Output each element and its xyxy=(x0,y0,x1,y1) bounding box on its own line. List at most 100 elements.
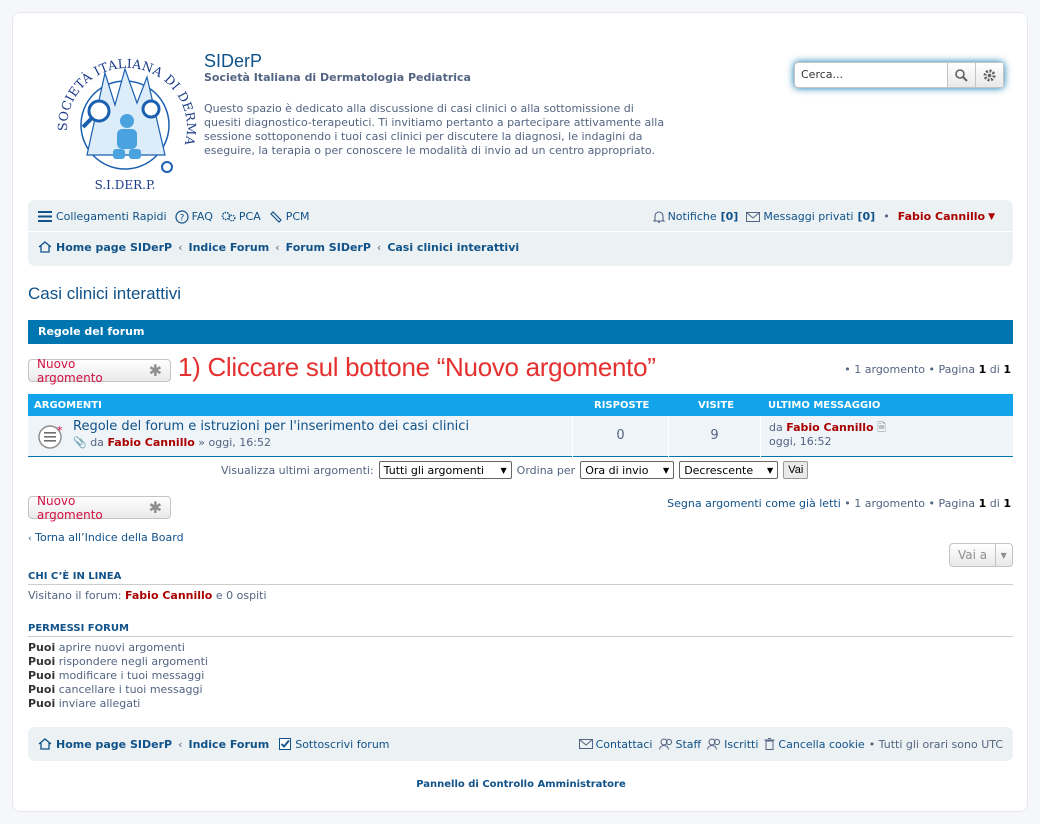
site-title[interactable]: SIDerP xyxy=(204,51,262,72)
breadcrumb-current[interactable]: Casi clinici interattivi xyxy=(387,241,519,254)
jump-to-label: Vai a xyxy=(958,548,988,562)
wrench-icon xyxy=(269,210,282,223)
replies-count: 0 xyxy=(616,428,625,443)
pagination-of: di xyxy=(989,363,1000,376)
private-messages-count: [0] xyxy=(857,210,876,223)
footer-home-link[interactable]: Home page SIDerP xyxy=(56,738,172,751)
pcm-link[interactable]: PCM xyxy=(269,210,310,224)
column-last-post: Ultimo messaggio xyxy=(768,400,881,411)
topic-unread-icon: * xyxy=(38,425,63,449)
jump-to-dropdown[interactable]: Vai a ▼ xyxy=(949,543,1013,567)
back-to-index-label: Torna all’Indice della Board xyxy=(35,531,184,544)
show-topics-value: Tutti gli argomenti xyxy=(383,463,485,477)
page-title[interactable]: Casi clinici interattivi xyxy=(28,284,181,304)
breadcrumb-separator: ‹ xyxy=(275,240,280,254)
online-user[interactable]: Fabio Cannillo xyxy=(125,589,212,602)
pagination-prefix: • 1 argomento • Pagina xyxy=(844,497,976,510)
quick-links-menu[interactable]: Collegamenti Rapidi xyxy=(38,210,167,223)
topic-filter: Visualizza ultimi argomenti: Tutti gli a… xyxy=(221,461,809,479)
forum-rules-label: Regole del forum xyxy=(38,325,145,338)
dropdown-arrow-icon: ▼ xyxy=(663,465,670,475)
members-link[interactable]: Iscritti xyxy=(707,738,758,751)
search-input[interactable]: Cerca... xyxy=(795,63,947,87)
sort-order-select[interactable]: Decrescente ▼ xyxy=(679,461,779,479)
last-post-author[interactable]: Fabio Cannillo xyxy=(786,421,873,434)
notifications-link[interactable]: Notifiche [0] xyxy=(652,210,739,223)
mark-topics-read-link[interactable]: Segna argomenti come già letti xyxy=(667,497,841,510)
column-topics: Argomenti xyxy=(34,400,102,411)
username: Fabio Cannillo xyxy=(897,210,986,223)
faq-label: FAQ xyxy=(191,210,213,223)
breadcrumb-forum[interactable]: Forum SIDerP xyxy=(286,241,371,254)
asterisk-icon: ✱ xyxy=(148,498,162,517)
show-topics-label: Visualizza ultimi argomenti: xyxy=(221,463,374,477)
breadcrumb: Home page SIDerP ‹ Indice Forum ‹ Forum … xyxy=(28,232,1013,262)
topic-time: » oggi, 16:52 xyxy=(198,436,271,449)
topic-author[interactable]: Fabio Cannillo xyxy=(107,436,194,449)
instruction-annotation: 1) Cliccare sul bottone “Nuovo argomento… xyxy=(178,352,656,382)
pagination-of: di xyxy=(989,497,1000,510)
paperclip-icon: 📎 xyxy=(73,436,87,449)
topic-title-link[interactable]: Regole del forum e istruzioni per l'inse… xyxy=(73,419,469,434)
last-post-cell: da Fabio Cannillo 🗎 oggi, 16:52 xyxy=(760,416,1013,457)
footer-index-link[interactable]: Indice Forum xyxy=(188,738,269,751)
question-icon: ? xyxy=(174,209,189,224)
menu-icon xyxy=(38,211,52,222)
gears-icon xyxy=(221,211,236,222)
breadcrumb-home[interactable]: Home page SIDerP xyxy=(56,241,172,254)
sort-order-value: Decrescente xyxy=(684,463,754,477)
advanced-search-button[interactable] xyxy=(975,63,1003,87)
search-box: Cerca... xyxy=(794,62,1004,88)
envelope-icon xyxy=(746,211,761,222)
new-topic-button[interactable]: Nuovo argomento ✱ xyxy=(28,356,171,385)
svg-text:?: ? xyxy=(179,213,184,223)
page-container: SOCIETÀ ITALIANA DI DERMATOLOGIA PEDIATR… xyxy=(12,12,1028,812)
last-post-by: da xyxy=(769,421,783,434)
pcm-label: PCM xyxy=(285,210,310,223)
permission-item: Puoi inviare allegati xyxy=(28,697,141,710)
view-latest-post-icon[interactable]: 🗎 xyxy=(877,421,886,434)
sort-by-select[interactable]: Ora di invio ▼ xyxy=(580,461,675,479)
private-messages-link[interactable]: Messaggi privati [0] xyxy=(746,210,875,223)
views-count: 9 xyxy=(710,428,719,443)
trash-icon xyxy=(764,738,775,750)
pagination-bottom: Segna argomenti come già letti • 1 argom… xyxy=(667,497,1011,510)
pca-link[interactable]: PCA xyxy=(221,210,261,223)
new-topic-button-bottom[interactable]: Nuovo argomento ✱ xyxy=(28,493,171,522)
breadcrumb-index[interactable]: Indice Forum xyxy=(188,241,269,254)
pagination-page: 1 xyxy=(978,497,987,510)
delete-cookies-link[interactable]: Cancella cookie xyxy=(764,737,865,751)
users-icon xyxy=(658,738,672,750)
topics-table-header: Argomenti Risposte Visite Ultimo messagg… xyxy=(28,394,1013,416)
new-topic-label: Nuovo argomento xyxy=(37,356,103,385)
topic-by: da xyxy=(90,436,104,449)
admin-control-panel-link[interactable]: Pannello di Controllo Amministratore xyxy=(13,779,1029,790)
envelope-icon xyxy=(578,739,593,749)
back-to-index-link[interactable]: ‹ Torna all’Indice della Board xyxy=(28,531,184,544)
caret-down-icon: ▼ xyxy=(995,544,1011,566)
forum-permissions-list: Puoi aprire nuovi argomenti Puoi rispond… xyxy=(28,641,208,711)
last-post-time: oggi, 16:52 xyxy=(769,435,832,448)
asterisk-icon: ✱ xyxy=(148,361,162,380)
filter-go-button[interactable]: Vai xyxy=(783,461,809,479)
forum-rules-bar[interactable]: Regole del forum xyxy=(28,320,1013,344)
topic-meta: 📎 da Fabio Cannillo » oggi, 16:52 xyxy=(73,436,271,449)
staff-link[interactable]: Staff xyxy=(658,738,701,751)
home-icon xyxy=(38,241,52,253)
new-topic-label: Nuovo argomento xyxy=(37,493,103,522)
search-button[interactable] xyxy=(947,63,975,87)
column-replies: Risposte xyxy=(594,400,650,411)
notifications-count: [0] xyxy=(720,210,739,223)
faq-link[interactable]: ? FAQ xyxy=(174,209,213,224)
who-is-online-heading[interactable]: CHI C’È IN LINEA xyxy=(28,571,1013,585)
contact-link[interactable]: Contattaci xyxy=(578,738,653,751)
column-views: Visite xyxy=(698,400,735,411)
show-topics-select[interactable]: Tutti gli argomenti ▼ xyxy=(378,461,512,479)
table-row[interactable]: * Regole del forum e istruzioni per l'in… xyxy=(28,416,1013,457)
delete-cookies-label: Cancella cookie xyxy=(778,737,865,751)
subscribe-forum-link[interactable]: Sottoscrivi forum xyxy=(279,738,390,751)
user-menu[interactable]: Fabio Cannillo ▼ xyxy=(898,210,995,223)
bell-icon xyxy=(652,211,665,223)
who-is-online-text: Visitano il forum: Fabio Cannillo e 0 os… xyxy=(28,589,267,602)
site-logo[interactable]: SOCIETÀ ITALIANA DI DERMATOLOGIA PEDIATR… xyxy=(47,43,203,201)
